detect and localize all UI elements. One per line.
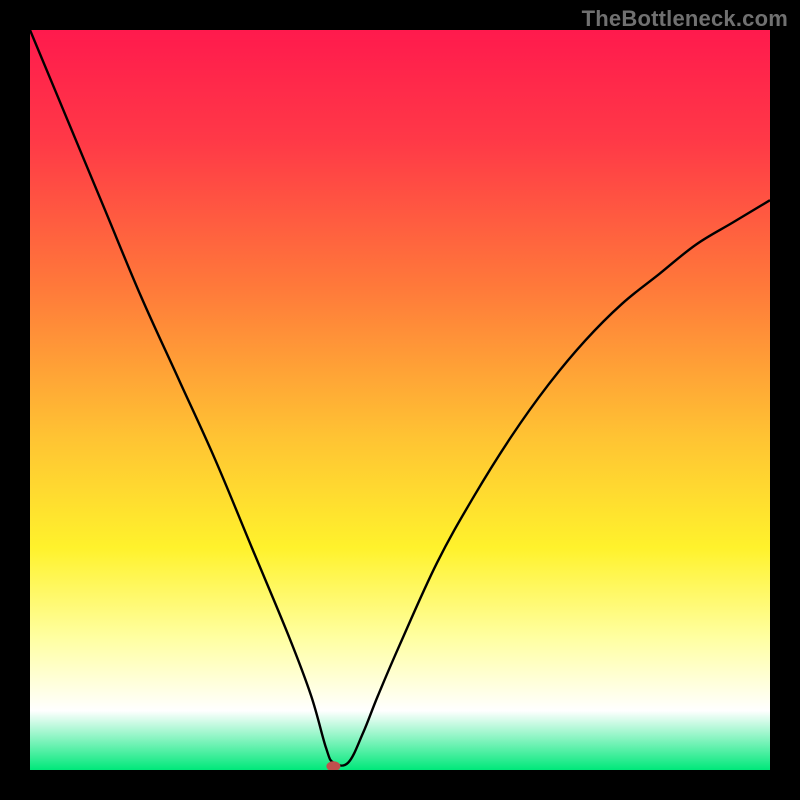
plot-area xyxy=(30,30,770,770)
chart-svg xyxy=(30,30,770,770)
gradient-background xyxy=(30,30,770,770)
watermark-text: TheBottleneck.com xyxy=(582,6,788,32)
chart-frame: TheBottleneck.com xyxy=(0,0,800,800)
